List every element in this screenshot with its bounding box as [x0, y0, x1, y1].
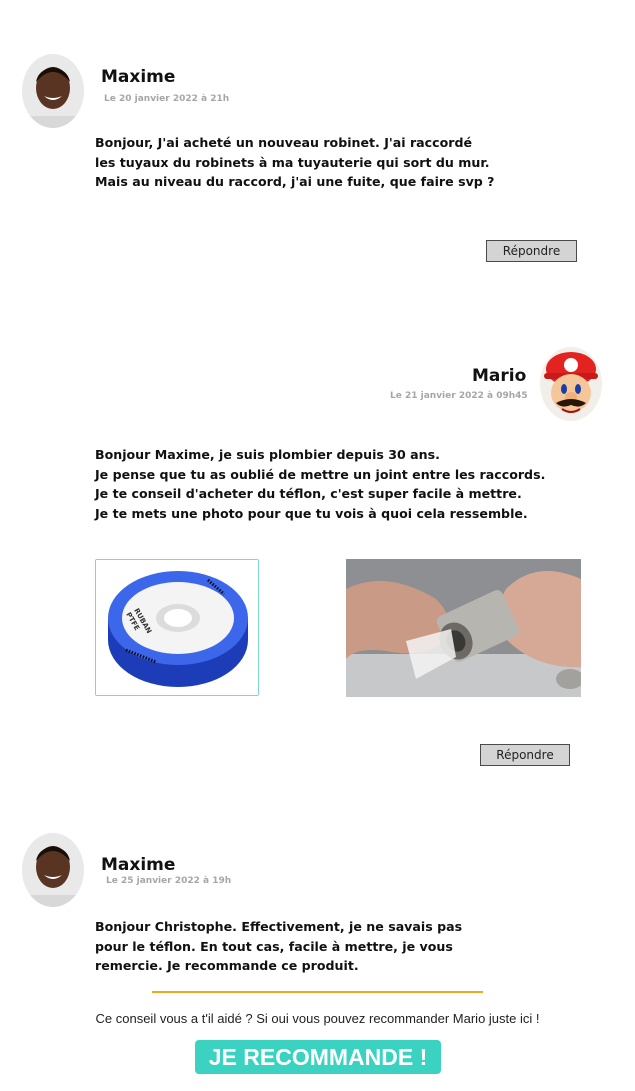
mario-avatar: [540, 347, 602, 421]
maxime-avatar: [22, 833, 84, 907]
comment-line: Je te mets une photo pour que tu vois à …: [95, 505, 528, 521]
comment-line: Mais au niveau du raccord, j'ai une fuit…: [95, 174, 495, 189]
recommend-button[interactable]: JE RECOMMANDE !: [195, 1040, 441, 1074]
comment-body: Bonjour Christophe. Effectivement, je ne…: [95, 917, 462, 976]
comment-body: Bonjour, J'ai acheté un nouveau robinet.…: [95, 133, 494, 192]
comment-line: remercie. Je recommande ce produit.: [95, 958, 359, 973]
comment-line: Je pense que tu as oublié de mettre un j…: [95, 466, 546, 482]
comment-author: Maxime: [101, 67, 176, 87]
comment-line: Je te conseil d'acheter du téflon, c'est…: [95, 486, 522, 501]
comment-author: Maxime: [101, 855, 176, 875]
reply-button[interactable]: Répondre: [486, 240, 577, 262]
comment-line: Bonjour Christophe. Effectivement, je ne…: [95, 919, 463, 934]
comment-line: les tuyaux du robinets à ma tuyauterie q…: [95, 154, 490, 170]
comment-date: Le 21 janvier 2022 à 09h45: [390, 391, 528, 401]
comment-line: Bonjour, J'ai acheté un nouveau robinet.…: [95, 135, 473, 150]
cta-prompt: Ce conseil vous a t'il aidé ? Si oui vou…: [95, 1011, 540, 1026]
comment-body: Bonjour Maxime, je suis plombier depuis …: [95, 445, 545, 523]
comment-date: Le 25 janvier 2022 à 19h: [106, 876, 232, 886]
comment-author: Mario: [472, 366, 527, 386]
divider: [152, 991, 483, 993]
comment-line: Bonjour Maxime, je suis plombier depuis …: [95, 447, 440, 462]
maxime-avatar: [22, 54, 84, 128]
fitting-hands-photo[interactable]: [346, 559, 581, 697]
comment-date: Le 20 janvier 2022 à 21h: [104, 94, 230, 104]
reply-button[interactable]: Répondre: [480, 744, 570, 766]
teflon-tape-photo[interactable]: RUBAN PTFE: [95, 559, 259, 696]
comment-line: pour le téflon. En tout cas, facile à me…: [95, 938, 453, 954]
